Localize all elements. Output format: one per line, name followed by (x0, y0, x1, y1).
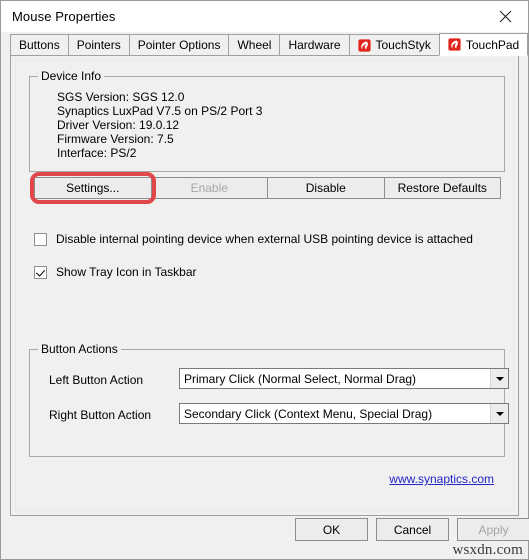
synaptics-icon (357, 38, 371, 52)
tab-strip: Buttons Pointers Pointer Options Wheel H… (1, 32, 529, 56)
right-button-action-label: Right Button Action (49, 408, 152, 422)
device-info-line: Firmware Version: 7.5 (57, 132, 174, 146)
tab-buttons[interactable]: Buttons (10, 34, 69, 55)
device-info-line: Synaptics LuxPad V7.5 on PS/2 Port 3 (57, 104, 263, 118)
settings-button[interactable]: Settings... (34, 177, 152, 199)
checkbox-label: Show Tray Icon in Taskbar (56, 265, 197, 279)
device-info-lines: SGS Version: SGS 12.0 Synaptics LuxPad V… (57, 90, 262, 160)
device-info-legend: Device Info (38, 70, 105, 82)
touchpad-tab-panel: Device Info SGS Version: SGS 12.0 Synapt… (10, 55, 519, 516)
device-info-line: Interface: PS/2 (57, 146, 137, 160)
tab-label: Hardware (288, 38, 341, 52)
tab-touchpad[interactable]: TouchPad (438, 33, 529, 56)
device-info-group: Device Info SGS Version: SGS 12.0 Synapt… (29, 70, 505, 172)
tab-panel-wrap: Device Info SGS Version: SGS 12.0 Synapt… (1, 55, 528, 559)
title-bar: Mouse Properties (1, 1, 528, 32)
left-button-action-label: Left Button Action (49, 373, 144, 387)
device-info-line: Driver Version: 19.0.12 (57, 118, 180, 132)
checkbox-box[interactable] (34, 232, 47, 246)
button-actions-legend: Button Actions (38, 343, 121, 355)
synaptics-website-link[interactable]: www.synaptics.com (389, 472, 494, 486)
watermark: wsxdn.com (452, 542, 523, 558)
left-button-action-select[interactable]: Primary Click (Normal Select, Normal Dra… (179, 368, 509, 389)
right-button-action-value: Secondary Click (Context Menu, Special D… (184, 406, 433, 421)
close-icon[interactable] (482, 1, 528, 32)
tab-label: TouchPad (465, 37, 520, 52)
checkbox-label: Disable internal pointing device when ex… (56, 232, 473, 246)
tab-label: Wheel (237, 38, 272, 52)
tab-label: Pointer Options (137, 38, 221, 52)
tab-label: Pointers (76, 38, 121, 52)
checkbox-show-tray-icon[interactable]: Show Tray Icon in Taskbar (34, 265, 197, 279)
cancel-button[interactable]: Cancel (376, 518, 449, 541)
enable-button: Enable (150, 177, 268, 199)
tab-pointer-options[interactable]: Pointer Options (128, 34, 230, 55)
window-title: Mouse Properties (12, 9, 116, 24)
tab-touchstyk[interactable]: TouchStyk (348, 34, 440, 55)
checkbox-disable-internal-pointing-device[interactable]: Disable internal pointing device when ex… (34, 232, 473, 246)
synaptics-icon (448, 38, 461, 51)
tab-label: TouchStyk (375, 38, 431, 52)
mouse-properties-window: Mouse Properties Buttons Pointers Pointe… (0, 0, 529, 560)
tab-label: Buttons (19, 38, 60, 52)
chevron-down-icon[interactable] (490, 404, 508, 423)
device-info-line: SGS Version: SGS 12.0 (57, 90, 185, 104)
ok-button[interactable]: OK (295, 518, 368, 541)
panel-inner-frame: Device Info SGS Version: SGS 12.0 Synapt… (15, 60, 514, 511)
device-action-button-row: Settings... Enable Disable Restore Defau… (34, 177, 501, 199)
tab-hardware[interactable]: Hardware (279, 34, 350, 55)
button-actions-group: Button Actions Left Button Action Primar… (29, 343, 509, 457)
disable-button[interactable]: Disable (267, 177, 385, 199)
tab-wheel[interactable]: Wheel (228, 34, 281, 55)
restore-defaults-button[interactable]: Restore Defaults (383, 177, 501, 199)
right-button-action-select[interactable]: Secondary Click (Context Menu, Special D… (179, 403, 509, 424)
tab-pointers[interactable]: Pointers (67, 34, 130, 55)
apply-button: Apply (457, 518, 529, 541)
left-button-action-value: Primary Click (Normal Select, Normal Dra… (184, 371, 417, 386)
checkbox-box[interactable] (34, 265, 47, 279)
chevron-down-icon[interactable] (490, 369, 508, 388)
